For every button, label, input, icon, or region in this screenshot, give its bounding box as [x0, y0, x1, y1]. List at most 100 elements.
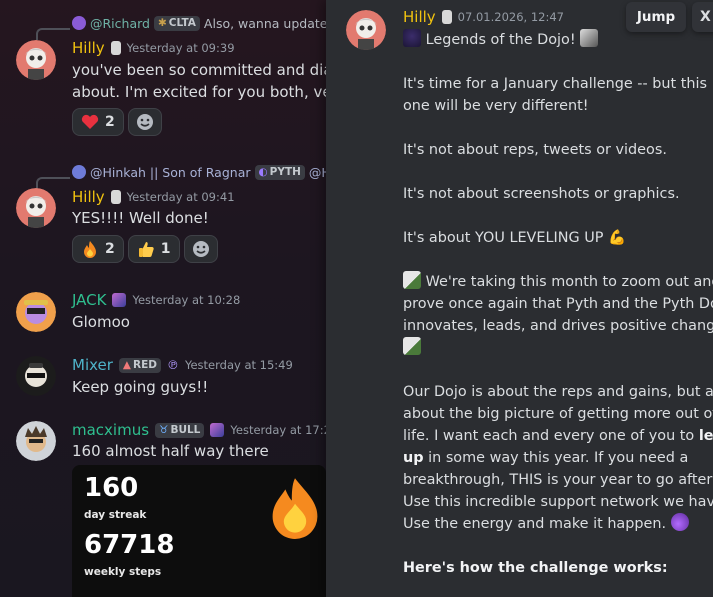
avatar[interactable]	[16, 188, 56, 228]
reply-username[interactable]: @Hinkah || Son of Ragnar	[90, 165, 251, 180]
reply-preview[interactable]: @Hinkah || Son of Ragnar ◐PYTH @H	[72, 163, 326, 181]
message-line: Keep going guys!!	[72, 378, 209, 396]
reaction-count: 1	[160, 241, 171, 257]
message-header: macximus ♉BULL Yesterday at 17:29	[72, 420, 326, 440]
reactions: 2 1	[72, 235, 218, 263]
timestamp[interactable]: Yesterday at 09:39	[127, 41, 235, 55]
avatar[interactable]	[346, 10, 386, 50]
weekly-steps-value: 67718	[84, 530, 175, 560]
purple-fire-icon	[670, 513, 689, 531]
reply-avatar	[72, 165, 86, 179]
reaction-count: 2	[105, 114, 115, 130]
flag-emoji-icon	[403, 337, 421, 355]
username[interactable]: Mixer	[72, 356, 113, 374]
reaction-heart[interactable]: 2	[72, 108, 124, 136]
paragraph-line: about the big picture of getting more ou…	[403, 406, 713, 422]
guild-tag: ▲ RED	[118, 357, 161, 373]
bold-text: level	[698, 428, 713, 444]
message-line: 160 almost half way there	[72, 442, 269, 460]
add-reaction-button[interactable]	[127, 108, 162, 136]
timestamp[interactable]: Yesterday at 17:29	[230, 423, 326, 437]
message-header: Hilly Yesterday at 09:41	[72, 187, 235, 207]
heart-icon	[81, 114, 99, 129]
reply-avatar	[72, 16, 86, 30]
message-line: YES!!!! Well done!	[72, 209, 209, 227]
day-streak-value: 160	[84, 473, 139, 503]
avatar[interactable]	[16, 292, 56, 332]
message-header: Hilly 07.01.2026, 12:47	[403, 8, 564, 26]
username[interactable]: macximus	[72, 421, 149, 439]
reply-username[interactable]: @Richard	[90, 16, 150, 31]
timestamp[interactable]: Yesterday at 10:28	[132, 293, 240, 307]
guild-tag: ✱ CLTA	[153, 15, 200, 31]
paragraph-line: innovates, leads, and drives positive ch…	[403, 318, 713, 334]
message-header: JACK Yesterday at 10:28	[72, 290, 240, 310]
streak-card-image[interactable]: 160 day streak 67718 weekly steps	[72, 465, 326, 597]
timestamp[interactable]: Yesterday at 09:41	[127, 190, 235, 204]
thumbs-up-icon	[138, 242, 154, 257]
paragraph-line: one will be very different!	[403, 98, 589, 114]
guild-tag-label: BULL	[170, 424, 201, 436]
paragraph-line: life. I want each and every one of you t…	[403, 428, 699, 444]
reaction-count: 2	[105, 241, 115, 257]
username[interactable]: JACK	[72, 291, 106, 309]
smiley-add-icon	[136, 114, 153, 130]
guild-tag: ♉ BULL	[155, 422, 205, 438]
channel-chat: @Richard ✱ CLTA Also, wanna update Hilly …	[0, 0, 326, 597]
message-line: you've been so committed and dialed	[72, 61, 326, 79]
reply-preview[interactable]: @Richard ✱ CLTA Also, wanna update	[72, 14, 326, 32]
paragraph-line: in some way this year. If you need a	[423, 450, 689, 466]
paragraph-line: We're taking this month to zoom out and	[425, 274, 713, 290]
message-body: Legends of the Dojo! It's time for a Jan…	[403, 29, 713, 579]
timestamp[interactable]: 07.01.2026, 12:47	[458, 10, 564, 24]
reaction-thumbs-up[interactable]: 1	[127, 235, 180, 263]
guild-tag-label: PYTH	[269, 166, 301, 178]
role-icon	[210, 423, 225, 437]
guild-tag-label: CLTA	[168, 17, 196, 29]
paragraph-line: Use this incredible support network we h…	[403, 494, 713, 510]
reply-text: Also, wanna update	[203, 15, 326, 31]
weekly-steps-label: weekly steps	[84, 566, 162, 578]
smiley-add-icon	[192, 241, 209, 257]
section-heading: Here's how the challenge works:	[403, 560, 668, 576]
custom-emoji-icon	[580, 29, 599, 47]
paragraph-line: It's not about screenshots or graphics.	[403, 186, 680, 202]
role-icon	[110, 190, 121, 204]
message-header: Hilly Yesterday at 09:39	[72, 38, 235, 58]
username[interactable]: Hilly	[403, 8, 436, 26]
flexed-biceps-icon: 💪	[608, 230, 626, 246]
reactions: 2	[72, 108, 162, 136]
message-line: about. I'm excited for you both, very w	[72, 83, 326, 101]
avatar[interactable]	[16, 421, 56, 461]
add-reaction-button[interactable]	[183, 235, 218, 263]
jump-button[interactable]: Jump	[626, 2, 686, 32]
thread-panel: Hilly 07.01.2026, 12:47 Jump X Legends o…	[326, 0, 713, 597]
username[interactable]: Hilly	[72, 188, 105, 206]
paragraph-line: It's time for a January challenge -- but…	[403, 76, 707, 92]
fire-icon	[84, 241, 96, 258]
avatar[interactable]	[16, 40, 56, 80]
paragraph-line: breakthrough, THIS is your year to go af…	[403, 472, 713, 488]
fire-icon	[272, 478, 318, 539]
paragraph-line: It's not about reps, tweets or videos.	[403, 142, 667, 158]
timestamp[interactable]: Yesterday at 15:49	[185, 358, 293, 372]
reply-text: @H	[308, 164, 326, 180]
paragraph-line: Our Dojo is about the reps and gains, bu…	[403, 384, 713, 400]
guild-tag: ◐ PYTH	[254, 164, 305, 180]
avatar[interactable]	[16, 356, 56, 396]
reply-connector	[36, 28, 70, 40]
reaction-fire[interactable]: 2	[72, 235, 124, 263]
post-title: Legends of the Dojo!	[425, 32, 576, 48]
close-button[interactable]: X	[692, 2, 713, 32]
reply-connector	[36, 177, 70, 189]
message-line: Glomoo	[72, 313, 130, 331]
username[interactable]: Hilly	[72, 39, 105, 57]
role-icon	[441, 10, 452, 24]
message-header: Mixer ▲ RED ℗ Yesterday at 15:49	[72, 355, 293, 375]
day-streak-label: day streak	[84, 509, 147, 521]
guild-tag-label: RED	[133, 359, 157, 371]
paragraph-line: prove once again that Pyth and the Pyth …	[403, 296, 713, 312]
ninja-emoji-icon	[403, 29, 421, 47]
role-icon	[112, 293, 127, 307]
flag-emoji-icon	[403, 271, 421, 289]
